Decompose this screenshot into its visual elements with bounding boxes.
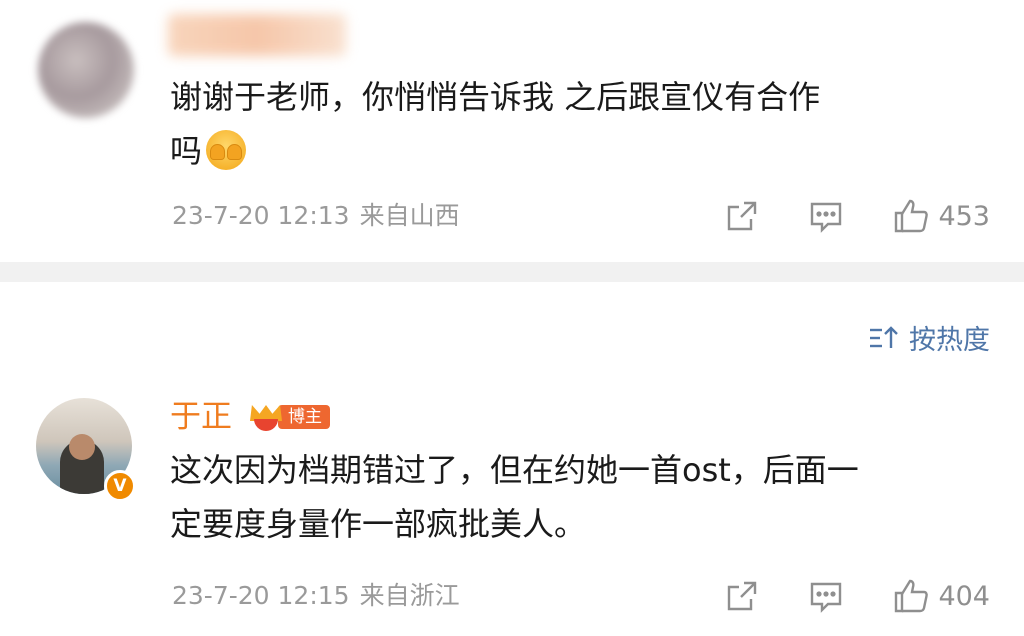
crown-icon <box>250 402 282 432</box>
comment-time: 23-7-20 12:15 <box>172 581 350 610</box>
comment-location: 来自山西 <box>359 201 460 230</box>
comment-text-line: 定要度身量作一部疯批美人。 <box>170 505 587 543</box>
like-button[interactable]: 453 <box>892 197 990 235</box>
comment-text: 谢谢于老师，你悄悄告诉我 之后跟宣仪有合作 吗 <box>170 70 990 178</box>
like-count: 404 <box>938 580 990 612</box>
author-badge: 博主 <box>250 401 330 433</box>
comment-meta: 23-7-20 12:15 来自浙江 <box>172 579 460 613</box>
reply-icon[interactable] <box>808 198 844 234</box>
comment-text-line: 谢谢于老师，你悄悄告诉我 之后跟宣仪有合作 <box>170 78 821 116</box>
sort-icon <box>870 325 898 348</box>
comment-text-line: 这次因为档期错过了，但在约她一首ost，后面一 <box>170 451 859 489</box>
cover-face-emoji-icon <box>206 130 247 170</box>
comment-actions: 453 <box>724 196 990 236</box>
comment-item: 谢谢于老师，你悄悄告诉我 之后跟宣仪有合作 吗 23-7-20 12:13 来自山… <box>0 0 1024 262</box>
username[interactable]: 于正 <box>170 397 232 437</box>
verified-badge-icon: V <box>104 470 136 502</box>
comment-text: 这次因为档期错过了，但在约她一首ost，后面一 定要度身量作一部疯批美人。 <box>170 443 990 551</box>
sort-label: 按热度 <box>909 325 990 356</box>
username-blurred[interactable] <box>168 14 346 56</box>
like-button[interactable]: 404 <box>892 577 990 615</box>
section-divider <box>0 262 1024 282</box>
comment-text-line: 吗 <box>170 124 990 178</box>
like-count: 453 <box>938 200 990 232</box>
sort-by-hot-button[interactable]: 按热度 <box>867 318 990 357</box>
like-icon <box>895 199 929 233</box>
comment-time: 23-7-20 12:13 <box>172 201 350 230</box>
badge-label: 博主 <box>278 405 330 429</box>
avatar[interactable] <box>38 22 134 118</box>
like-icon <box>895 579 929 613</box>
comment-location: 来自浙江 <box>359 581 460 610</box>
comment-actions: 404 <box>724 576 990 616</box>
comment-meta: 23-7-20 12:13 来自山西 <box>172 199 460 233</box>
avatar-face <box>69 434 95 460</box>
share-icon[interactable] <box>724 198 760 234</box>
spacer <box>0 254 1024 262</box>
share-icon[interactable] <box>724 578 760 614</box>
reply-icon[interactable] <box>808 578 844 614</box>
